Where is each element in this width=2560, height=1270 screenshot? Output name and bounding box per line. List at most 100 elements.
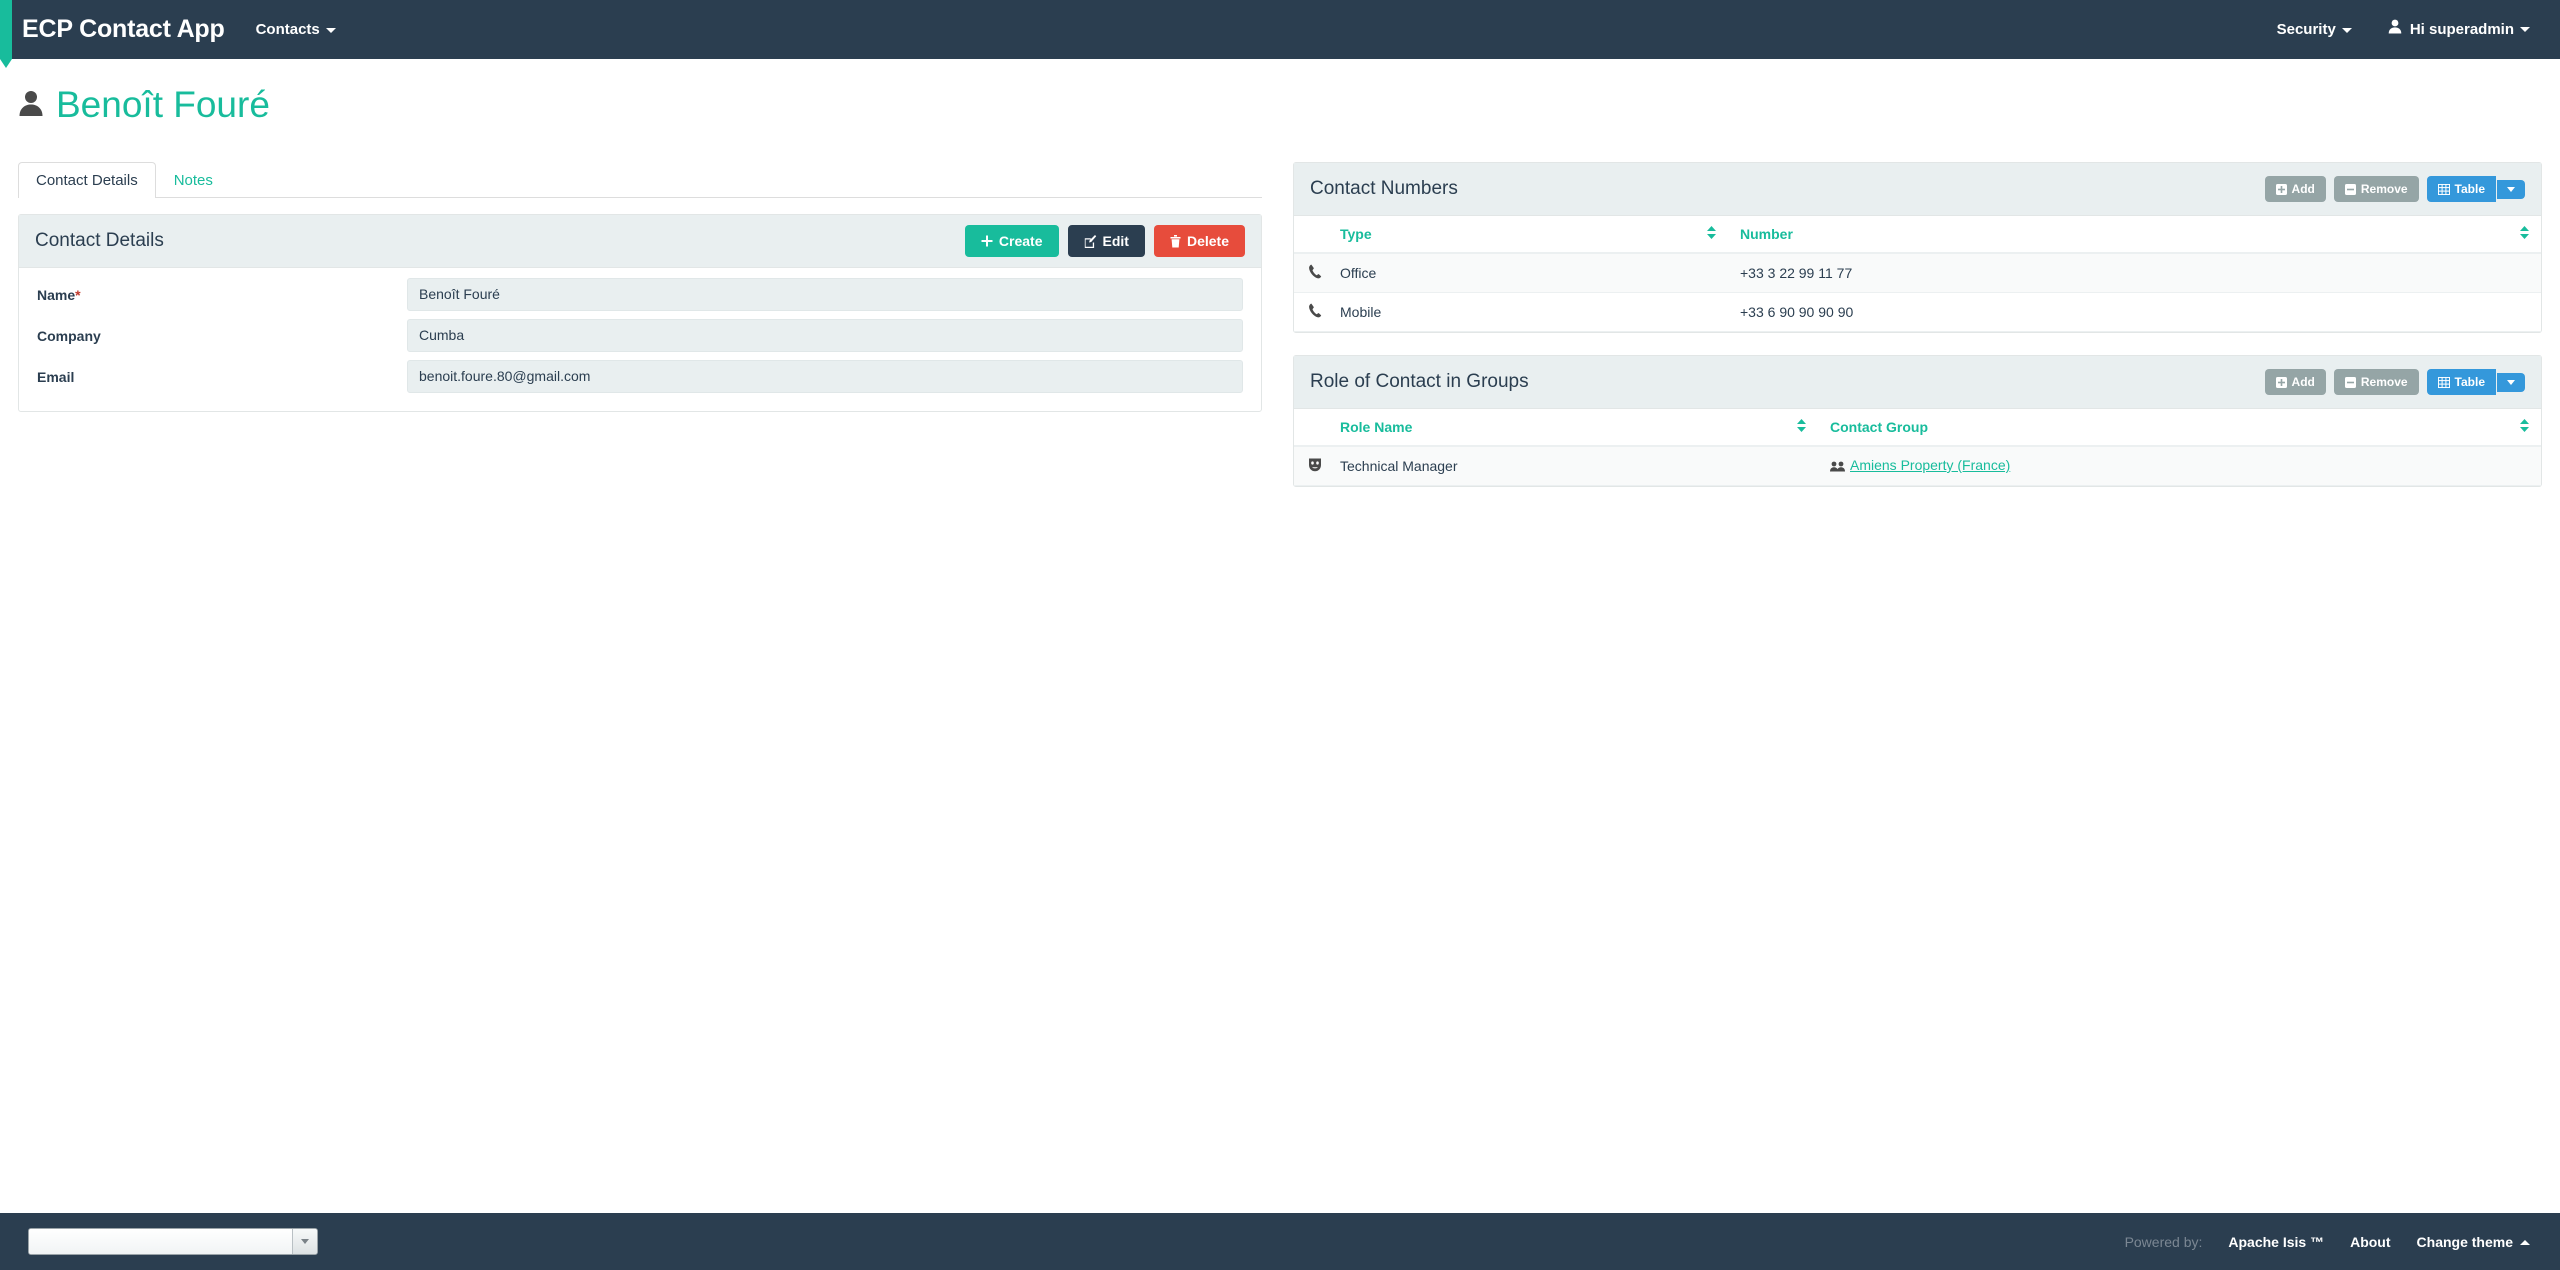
app-brand-link[interactable]: ECP Contact App [22,0,225,59]
contact-numbers-actions: Add Remove Table [2257,176,2525,202]
nav-item-security-label: Security [2276,21,2336,38]
row-icon-cell [1294,446,1328,486]
person-icon [18,89,44,122]
row-cell-type: Office [1328,253,1728,293]
footer-links: Powered by: Apache Isis ™ About Change t… [2125,1234,2530,1250]
contact-numbers-panel-title: Contact Numbers [1310,178,1458,199]
contact-numbers-table-button[interactable]: Table [2426,176,2496,202]
create-button[interactable]: Create [964,225,1059,257]
contact-numbers-table: Type Number Office +33 3 22 99 11 77 Mob… [1294,216,2541,332]
table-row[interactable]: Technical Manager Amiens Property (Franc… [1294,446,2541,486]
row-cell-contact-group: Amiens Property (France) [1818,446,2541,486]
contact-numbers-panel: Contact Numbers Add Remove Table Type Nu… [1293,162,2542,333]
plus-icon [981,235,993,247]
row-cell-number: +33 3 22 99 11 77 [1728,253,2541,293]
name-value[interactable]: Benoît Fouré [407,278,1243,311]
trash-icon [1170,234,1181,248]
page-footer: Powered by: Apache Isis ™ About Change t… [0,1213,2560,1270]
theme-select-arrow[interactable] [292,1229,317,1254]
minus-square-icon [2344,183,2356,195]
plus-square-icon [2275,376,2287,388]
apache-isis-link[interactable]: Apache Isis ™ [2228,1234,2324,1250]
contact-numbers-remove-label: Remove [2360,182,2408,196]
property-row-company: Company Cumba [19,315,1261,356]
email-value[interactable]: benoit.foure.80@gmail.com [407,360,1243,393]
tab-bar: Contact Details Notes [18,162,1262,198]
column-header-role-name[interactable]: Role Name [1328,409,1818,447]
roles-actions: Add Remove Table [2257,369,2525,395]
contact-numbers-view-dropdown-button[interactable] [2497,179,2525,199]
contact-numbers-panel-header: Contact Numbers Add Remove Table [1294,163,2541,216]
column-header-number[interactable]: Number [1728,216,2541,254]
roles-table-button[interactable]: Table [2426,369,2496,395]
brand-accent-stripe [0,0,12,68]
roles-panel-title: Role of Contact in Groups [1310,371,1529,392]
about-link[interactable]: About [2350,1234,2390,1250]
chevron-down-icon [301,1239,309,1244]
page-header: Benoît Fouré [18,85,270,125]
user-icon [2388,0,2402,59]
name-label: Name* [37,287,407,303]
phone-icon [1308,303,1322,321]
roles-table-label: Table [2454,375,2485,389]
icon-column-header [1294,409,1328,447]
create-button-label: Create [998,233,1043,249]
sort-icon[interactable] [1797,419,1806,435]
navbar-right-group: Security Hi superadmin [2241,0,2530,59]
roles-remove-button[interactable]: Remove [2333,369,2419,395]
roles-add-button[interactable]: Add [2264,369,2326,395]
nav-item-user-label: Hi superadmin [2409,20,2514,38]
chevron-up-icon [2520,1240,2530,1246]
table-row[interactable]: Office +33 3 22 99 11 77 [1294,253,2541,293]
table-row[interactable]: Mobile +33 6 90 90 90 90 [1294,292,2541,332]
sort-icon[interactable] [2520,419,2529,435]
delete-button-label: Delete [1186,233,1229,249]
contact-numbers-add-label: Add [2291,182,2315,196]
edit-button-label: Edit [1102,233,1129,249]
name-label-text: Name [37,286,76,303]
contact-numbers-remove-button[interactable]: Remove [2333,176,2419,202]
roles-add-label: Add [2291,375,2315,389]
column-header-number-label: Number [1740,226,1793,242]
nav-item-contacts-label: Contacts [255,21,320,38]
minus-square-icon [2344,376,2356,388]
table-header-row: Role Name Contact Group [1294,409,2541,447]
tab-contact-details[interactable]: Contact Details [18,162,156,198]
top-navbar: ECP Contact App Contacts Security Hi sup… [0,0,2560,68]
tab-notes-label: Notes [173,172,213,189]
column-header-contact-group[interactable]: Contact Group [1818,409,2541,447]
sort-icon[interactable] [2520,226,2529,242]
powered-by-label: Powered by: [2124,1233,2203,1250]
theme-select[interactable] [28,1228,318,1255]
phone-icon [1308,264,1322,282]
company-value[interactable]: Cumba [407,319,1243,352]
column-header-role-name-label: Role Name [1340,419,1413,435]
theme-select-value[interactable] [29,1229,292,1254]
chevron-down-icon [2520,27,2530,33]
contact-group-link[interactable]: Amiens Property (France) [1830,457,2010,473]
group-icon [1830,459,1845,475]
page-title: Benoît Fouré [56,84,270,125]
tab-notes[interactable]: Notes [156,162,231,198]
roles-table: Role Name Contact Group Technical Manage… [1294,409,2541,486]
roles-view-dropdown-button[interactable] [2497,372,2525,392]
nav-item-contacts[interactable]: Contacts [256,0,336,59]
roles-remove-label: Remove [2360,375,2408,389]
contact-numbers-add-button[interactable]: Add [2264,176,2326,202]
chevron-down-icon [2341,27,2352,33]
nav-item-user-menu[interactable]: Hi superadmin [2388,0,2530,59]
column-header-type[interactable]: Type [1328,216,1728,254]
sort-icon[interactable] [1707,226,1716,242]
edit-button[interactable]: Edit [1067,225,1145,257]
contact-group-link-label: Amiens Property (France) [1850,457,2011,473]
row-icon-cell [1294,292,1328,332]
row-cell-role-name: Technical Manager [1328,446,1818,486]
nav-item-security[interactable]: Security [2277,0,2352,59]
chevron-down-icon [325,27,336,33]
contact-details-panel-body: Name* Benoît Fouré Company Cumba Email b… [19,268,1261,411]
change-theme-label: Change theme [2416,1233,2513,1250]
delete-button[interactable]: Delete [1153,225,1245,257]
change-theme-link[interactable]: Change theme [2417,1234,2530,1250]
email-label: Email [37,368,75,385]
roles-panel-header: Role of Contact in Groups Add Remove Tab… [1294,356,2541,409]
